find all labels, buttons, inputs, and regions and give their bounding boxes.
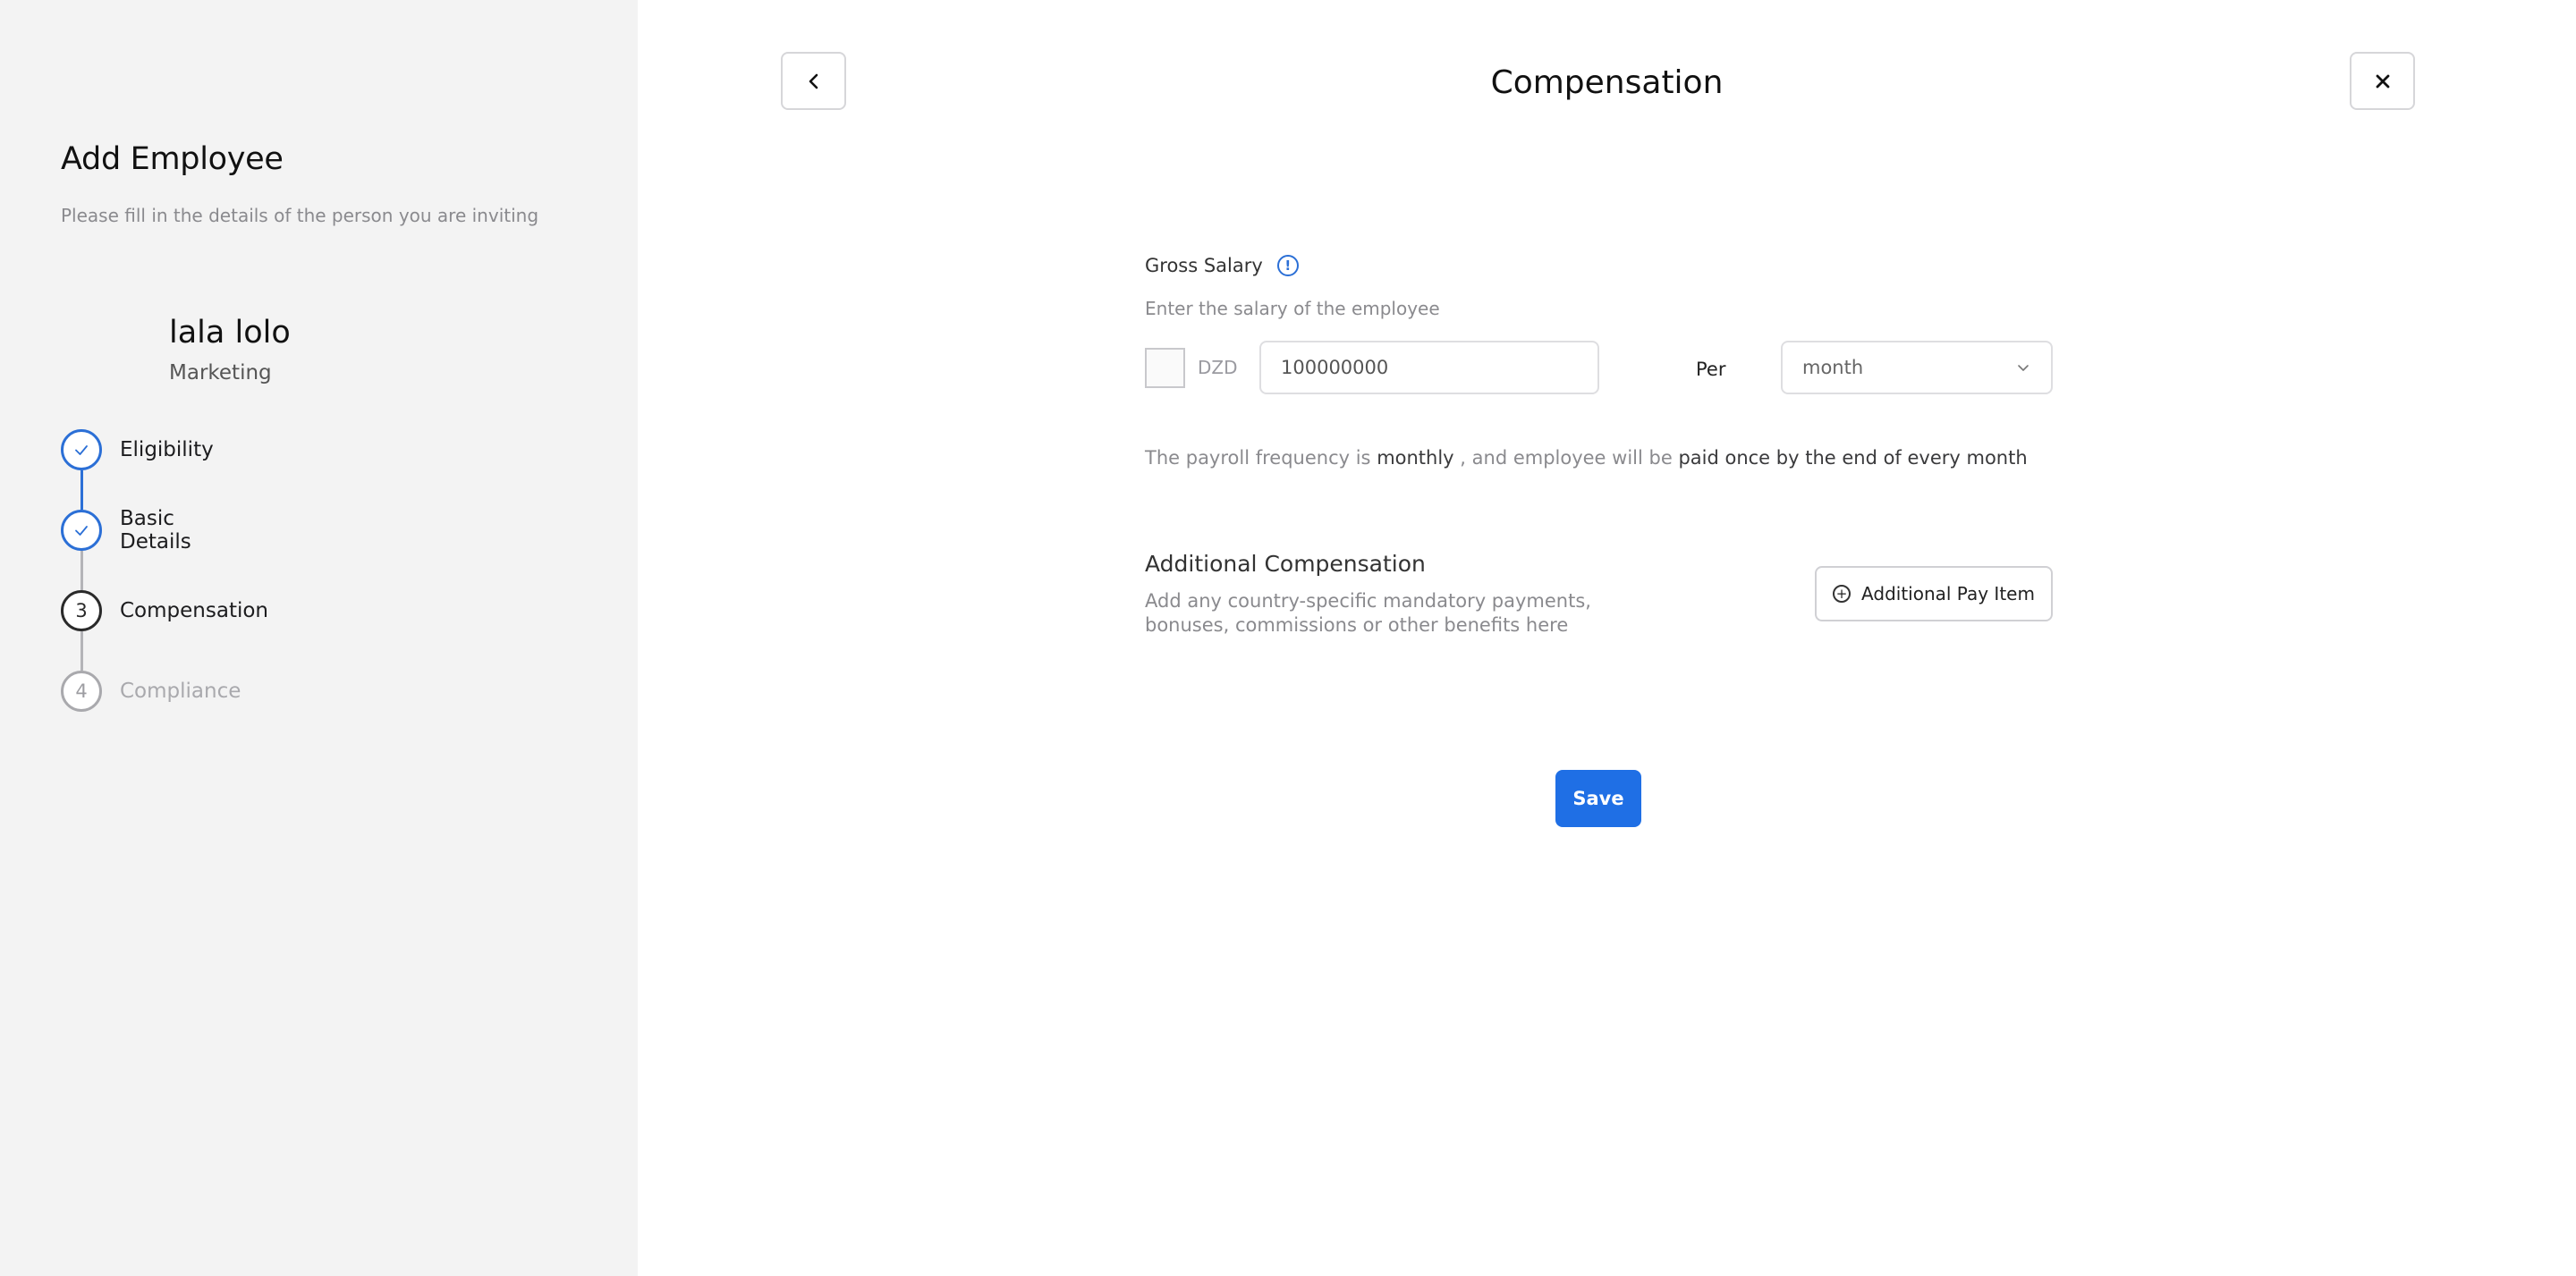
main-panel: Compensation Gross Salary ! Enter the sa… [638, 0, 2576, 1276]
employee-name: lala lolo [169, 315, 291, 351]
plus-circle-icon: + [1833, 585, 1852, 603]
sidebar-title: Add Employee [61, 141, 284, 177]
step-label: Eligibility [120, 438, 214, 461]
per-label: Per [1696, 359, 1726, 380]
step-label: Compensation [120, 599, 268, 622]
payroll-frequency-text: The payroll frequency is monthly , and e… [1145, 447, 2028, 469]
check-icon [61, 510, 102, 551]
save-button[interactable]: Save [1555, 770, 1641, 827]
additional-compensation-description: Add any country-specific mandatory payme… [1145, 590, 1591, 636]
step-compliance[interactable]: 4 Compliance [61, 671, 241, 712]
check-icon [61, 429, 102, 470]
pay-period-select[interactable]: month [1781, 341, 2053, 394]
currency-code: DZD [1198, 357, 1238, 378]
close-icon [2376, 74, 2389, 88]
additional-pay-item-button[interactable]: + Additional Pay Item [1815, 566, 2053, 621]
info-icon[interactable]: ! [1276, 255, 1299, 276]
page-title: Compensation [1490, 64, 1724, 101]
step-basic-details[interactable]: Basic Details [61, 507, 191, 553]
close-button[interactable] [2350, 52, 2415, 110]
step-eligibility[interactable]: Eligibility [61, 429, 214, 470]
additional-compensation-title: Additional Compensation [1145, 551, 1426, 577]
step-connector [80, 631, 83, 671]
step-label: Compliance [120, 680, 242, 703]
step-compensation[interactable]: 3 Compensation [61, 590, 268, 631]
pay-period-value: month [1802, 357, 1864, 378]
sidebar-subtitle: Please fill in the details of the person… [61, 205, 539, 226]
step-number: 4 [61, 671, 102, 712]
chevron-down-icon [2018, 365, 2029, 371]
salary-hint: Enter the salary of the employee [1145, 298, 1440, 319]
step-connector [80, 551, 83, 590]
gross-salary-label: Gross Salary ! [1145, 255, 1299, 276]
step-label: Basic Details [120, 507, 191, 553]
sidebar: Add Employee Please fill in the details … [0, 0, 638, 1276]
step-number: 3 [61, 590, 102, 631]
salary-input[interactable] [1259, 341, 1599, 394]
step-connector [80, 470, 83, 510]
employee-department: Marketing [169, 361, 272, 384]
currency-flag-icon [1145, 348, 1185, 388]
